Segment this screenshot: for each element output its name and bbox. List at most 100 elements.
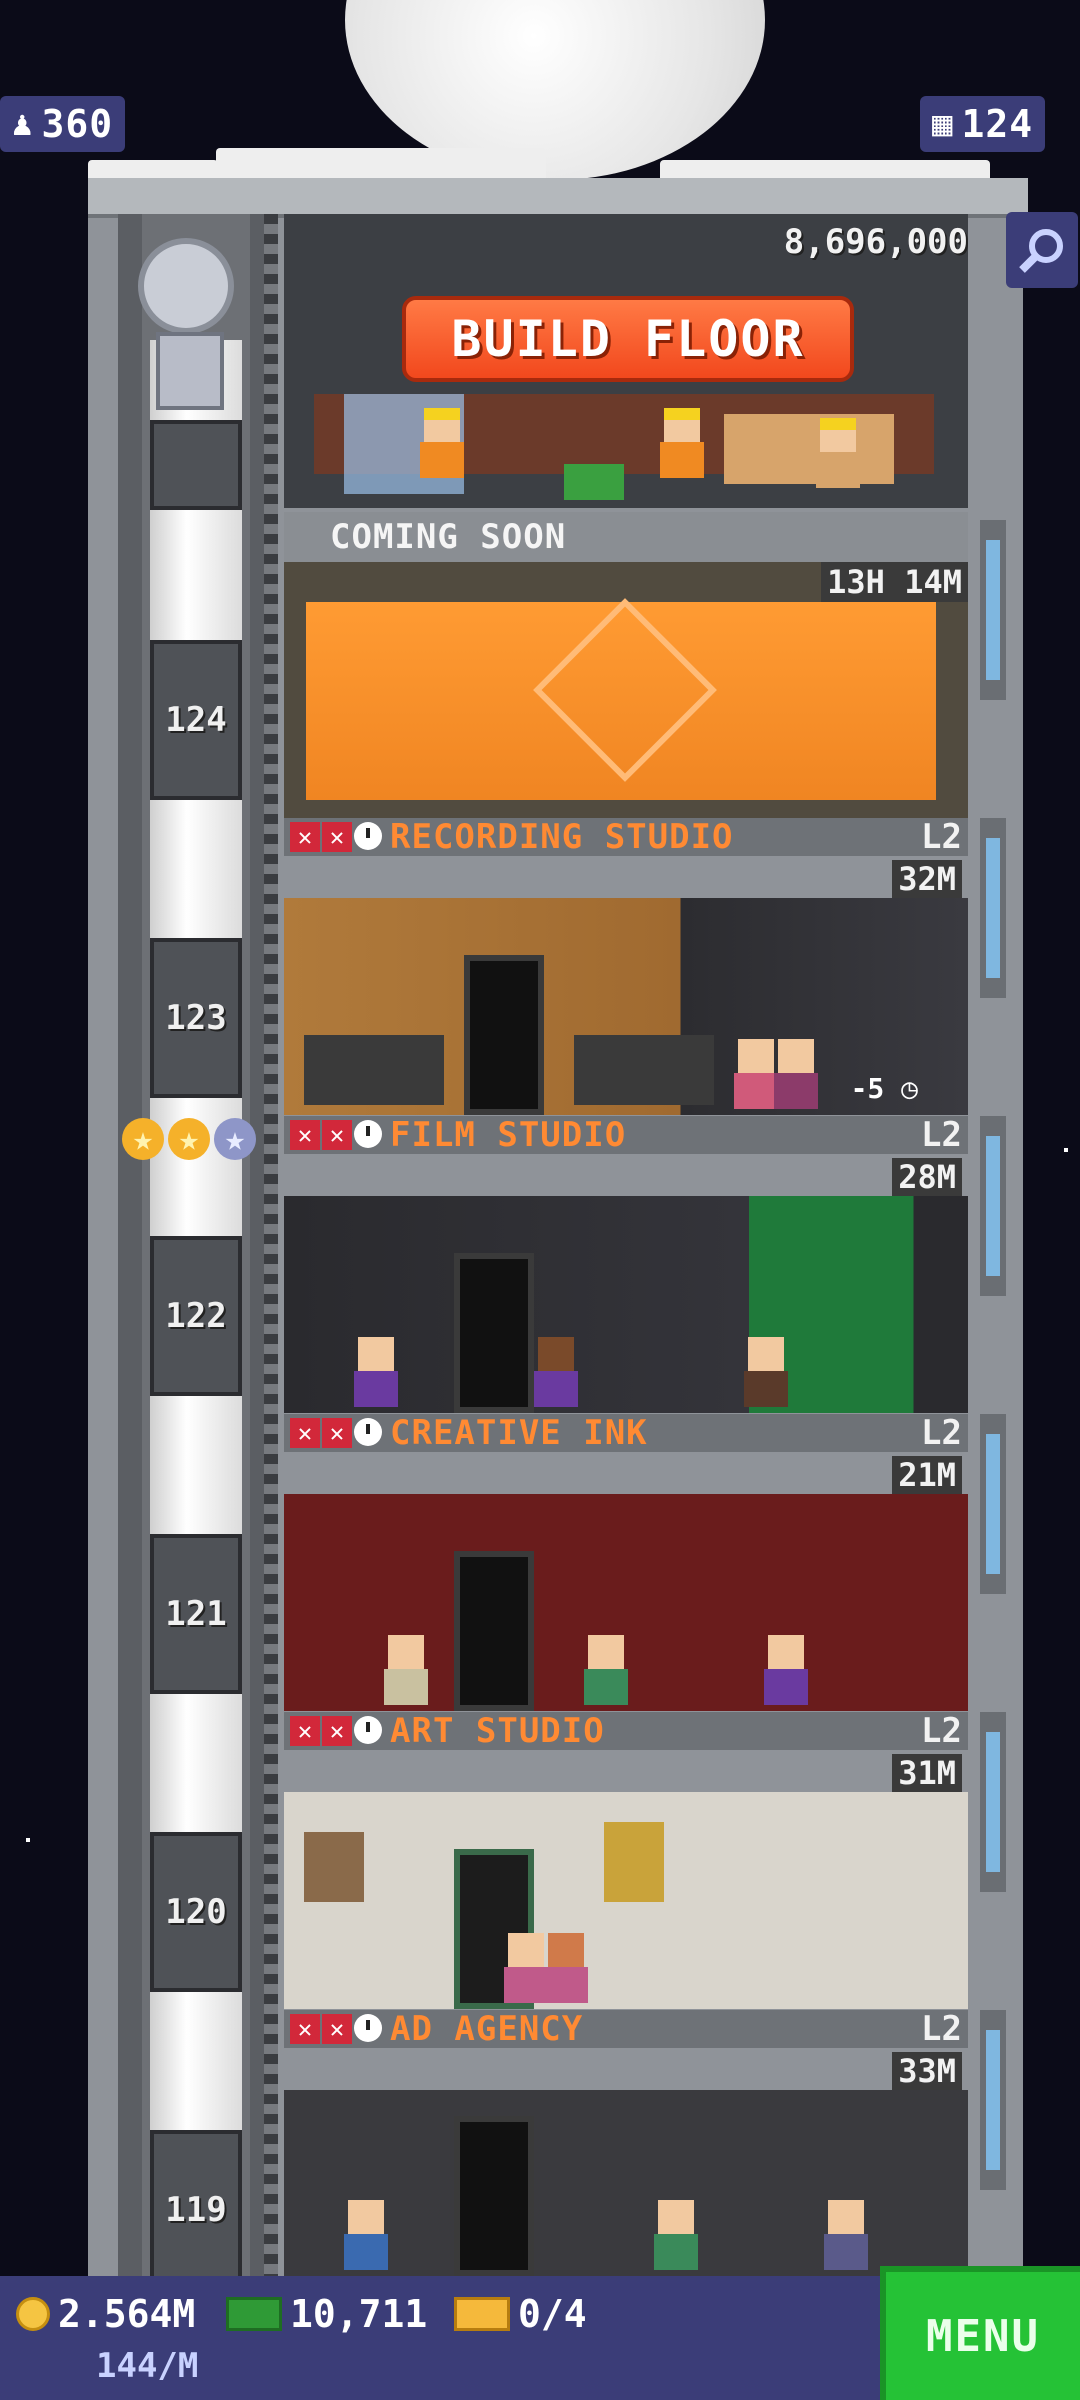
floor-counter[interactable]: ▦ 124 [920, 96, 1046, 152]
window-column [980, 2010, 1006, 2190]
room-interior [284, 1196, 968, 1413]
empty-stock-icon: ✕ [322, 2014, 352, 2044]
floor-number-label: 123 [165, 998, 227, 1038]
worker-figure [744, 1337, 788, 1407]
floor-level: L2 [921, 818, 962, 857]
floor-label-bar: ✕ ✕ ART STUDIO L2 [284, 1712, 968, 1751]
room-interior [284, 1494, 968, 1711]
worker-figure [384, 1635, 428, 1705]
floor-number-label: 124 [165, 700, 227, 740]
worker-figure [584, 1635, 628, 1705]
elevator-winch[interactable] [128, 232, 248, 432]
floor-name: RECORDING STUDIO [390, 818, 734, 857]
floor-level: L2 [921, 1116, 962, 1155]
coin-icon [16, 2297, 50, 2331]
tower-bux-icon [226, 2297, 282, 2331]
floor-name: AD AGENCY [390, 2010, 584, 2049]
worker-figure [344, 2200, 388, 2270]
floor-label-bar: ✕ ✕ RECORDING STUDIO L2 [284, 818, 968, 857]
floor-creative-ink[interactable]: ✕ ✕ CREATIVE INK L2 21M [284, 1414, 968, 1711]
floor-number-label: 119 [165, 2190, 227, 2230]
empty-stock-icon: ✕ [322, 1716, 352, 1746]
empty-stock-icon: ✕ [290, 1418, 320, 1448]
coins-counter[interactable]: 2.564M [16, 2292, 195, 2336]
construction-worker [660, 408, 704, 478]
elevator-car-top [150, 420, 242, 510]
construction-timer: 13H 14M [821, 562, 968, 602]
worker-figure [504, 1933, 548, 2003]
building-icon: ▦ [932, 104, 954, 144]
window-column [980, 1712, 1006, 1892]
winch-wheel-icon [138, 238, 234, 334]
floor-ad-agency[interactable]: ✕ ✕ AD AGENCY L2 33M [284, 2010, 968, 2276]
floor-name: ART STUDIO [390, 1712, 605, 1751]
room-interior [284, 2090, 968, 2276]
search-floors-button[interactable] [1006, 212, 1078, 288]
income-rate: 144/M [96, 2346, 198, 2386]
floor-level: L2 [921, 1414, 962, 1453]
floor-name: FILM STUDIO [390, 1116, 627, 1155]
floor-level: L2 [921, 1712, 962, 1751]
restock-timer: -5 ◷ [850, 1072, 918, 1105]
worker-figure [654, 2200, 698, 2270]
floor-number-label: 121 [165, 1594, 227, 1634]
floor-count-value: 124 [961, 102, 1034, 146]
worker-figure [354, 1337, 398, 1407]
worker-figure [764, 1635, 808, 1705]
floor-number-label: 120 [165, 1892, 227, 1932]
tickets-counter[interactable]: 0/4 [454, 2292, 587, 2336]
clock-icon [354, 1418, 382, 1446]
silver-star-icon: ★ [214, 1118, 256, 1160]
build-floor-cost: 8,696,000 [783, 222, 968, 262]
floor-rating-stars: ★ ★ ★ [122, 1118, 256, 1160]
floor-cost: 32M [892, 860, 962, 898]
roof-snow [216, 148, 546, 182]
worker-figure [824, 2200, 868, 2270]
coins-value: 2.564M [58, 2292, 196, 2336]
worker-figure [544, 1933, 588, 2003]
construction-worker [420, 408, 464, 478]
floor-recording-studio[interactable]: ✕ ✕ RECORDING STUDIO L2 32M -5 ◷ [284, 818, 968, 1115]
ticket-icon [454, 2297, 510, 2331]
room-interior [284, 1792, 968, 2009]
build-floor-button[interactable]: BUILD FLOOR [402, 296, 854, 382]
income-value: 144/M [96, 2346, 199, 2386]
menu-button[interactable]: MENU [880, 2266, 1080, 2400]
population-value: 360 [41, 102, 114, 146]
floor-cost: 33M [892, 2052, 962, 2090]
elevator-track [264, 214, 278, 2278]
floor-art-studio[interactable]: ✕ ✕ ART STUDIO L2 31M [284, 1712, 968, 2009]
star-sparkle [1064, 1148, 1068, 1152]
empty-stock-icon: ✕ [322, 1418, 352, 1448]
door [454, 2116, 534, 2276]
tickets-value: 0/4 [518, 2292, 587, 2336]
construction-worker [816, 418, 860, 488]
population-counter[interactable]: ♟ 360 [0, 96, 126, 152]
room-interior: -5 ◷ [284, 898, 968, 1115]
floor-number-label: 122 [165, 1296, 227, 1336]
gold-star-icon: ★ [122, 1118, 164, 1160]
floor-level: L2 [921, 2010, 962, 2049]
floor-cost: 21M [892, 1456, 962, 1494]
clock-icon [354, 1120, 382, 1148]
door [464, 955, 544, 1115]
floor-label-bar: ✕ ✕ CREATIVE INK L2 [284, 1414, 968, 1453]
worker-figure [734, 1039, 778, 1109]
magnifier-icon [1019, 229, 1063, 273]
door [454, 1253, 534, 1413]
window-column [980, 1116, 1006, 1296]
gold-star-icon: ★ [168, 1118, 210, 1160]
empty-stock-icon: ✕ [290, 2014, 320, 2044]
empty-stock-icon: ✕ [290, 1120, 320, 1150]
door [454, 1551, 534, 1711]
floor-cost: 31M [892, 1754, 962, 1792]
floor-label-bar: ✕ ✕ FILM STUDIO L2 [284, 1116, 968, 1155]
bux-value: 10,711 [290, 2292, 428, 2336]
floor-name: CREATIVE INK [390, 1414, 648, 1453]
person-icon: ♟ [12, 104, 34, 144]
empty-stock-icon: ✕ [322, 822, 352, 852]
window-column [980, 818, 1006, 998]
clock-icon [354, 2014, 382, 2042]
bux-counter[interactable]: 10,711 [226, 2292, 427, 2336]
floor-film-studio[interactable]: ✕ ✕ FILM STUDIO L2 28M [284, 1116, 968, 1413]
